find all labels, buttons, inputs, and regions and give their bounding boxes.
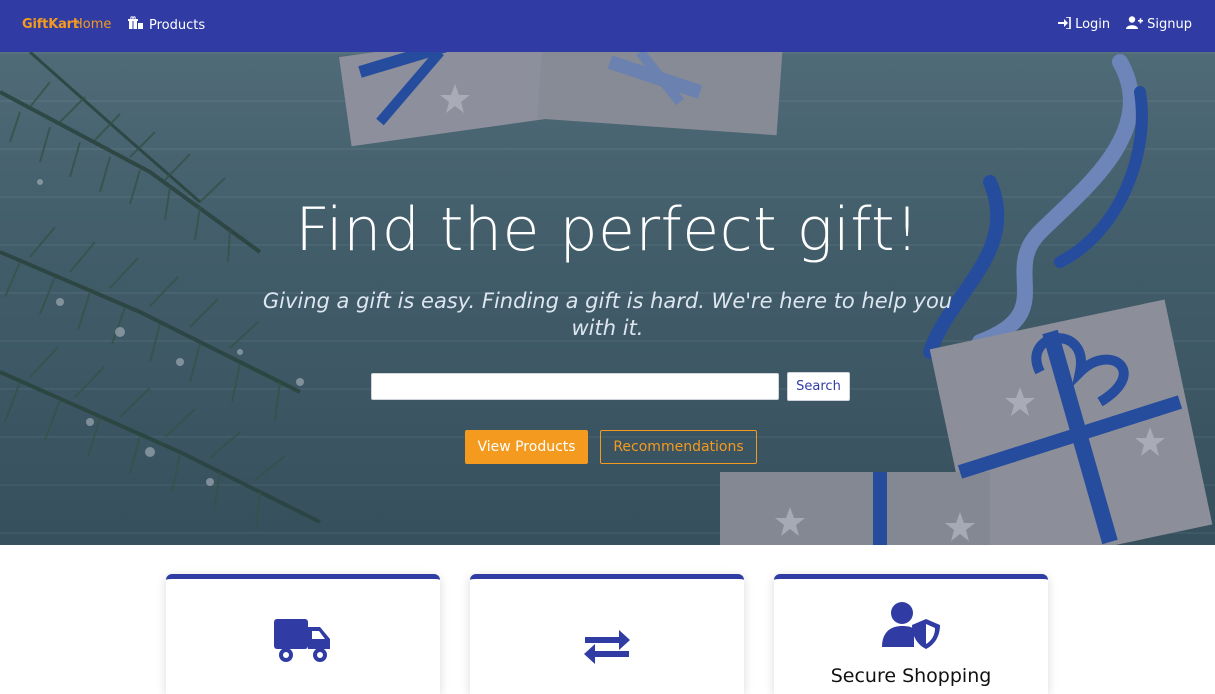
nav-products-label: Products (149, 17, 206, 33)
feature-card-shipping (166, 574, 440, 694)
view-products-button[interactable]: View Products (465, 430, 588, 464)
hero-title: Find the perfect gift! (295, 195, 920, 265)
gifts-icon (128, 16, 144, 34)
user-shield-icon (882, 601, 940, 653)
user-plus-icon (1126, 16, 1144, 33)
signup-label: Signup (1147, 17, 1192, 32)
navbar: GiftKart Home Products Login Signup (0, 0, 1215, 52)
login-label: Login (1075, 17, 1111, 32)
recommendations-button[interactable]: Recommendations (600, 430, 757, 464)
signup-link[interactable]: Signup (1126, 16, 1192, 33)
feature-title: Secure Shopping (830, 665, 992, 687)
search-button[interactable]: Search (787, 372, 850, 401)
feature-card-exchange (470, 574, 744, 694)
search-input[interactable] (371, 373, 779, 400)
login-link[interactable]: Login (1058, 15, 1111, 33)
nav-products-link[interactable]: Products (128, 16, 205, 34)
nav-home-link[interactable]: Home (73, 17, 111, 32)
sign-in-icon (1058, 15, 1071, 33)
feature-card-secure: Secure Shopping (774, 574, 1048, 694)
truck-icon (274, 619, 332, 669)
nav-right: Login Signup (1058, 15, 1192, 33)
hero-subtitle: Giving a gift is easy. Finding a gift is… (262, 289, 953, 340)
hero-section: Find the perfect gift! Giving a gift is … (0, 52, 1215, 545)
brand-logo[interactable]: GiftKart (22, 17, 79, 32)
exchange-icon (583, 627, 631, 669)
